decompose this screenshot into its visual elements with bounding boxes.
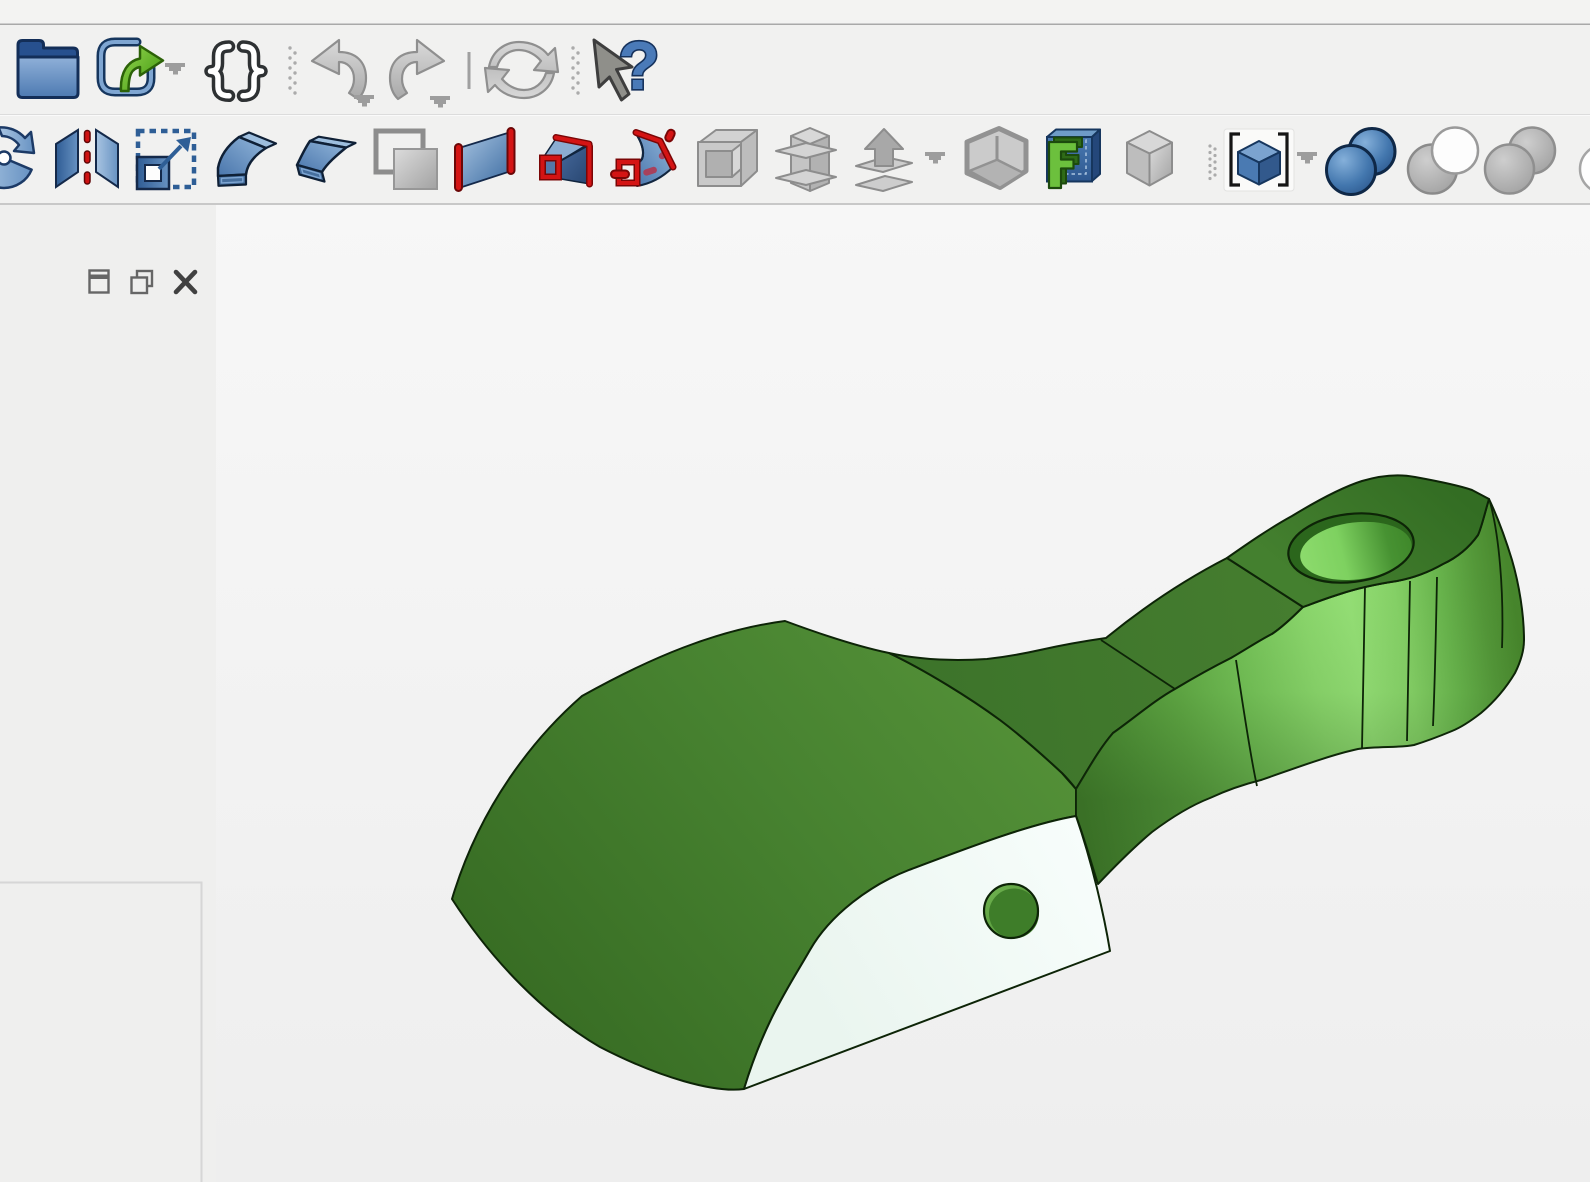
svg-text:?: ? [618, 28, 660, 104]
